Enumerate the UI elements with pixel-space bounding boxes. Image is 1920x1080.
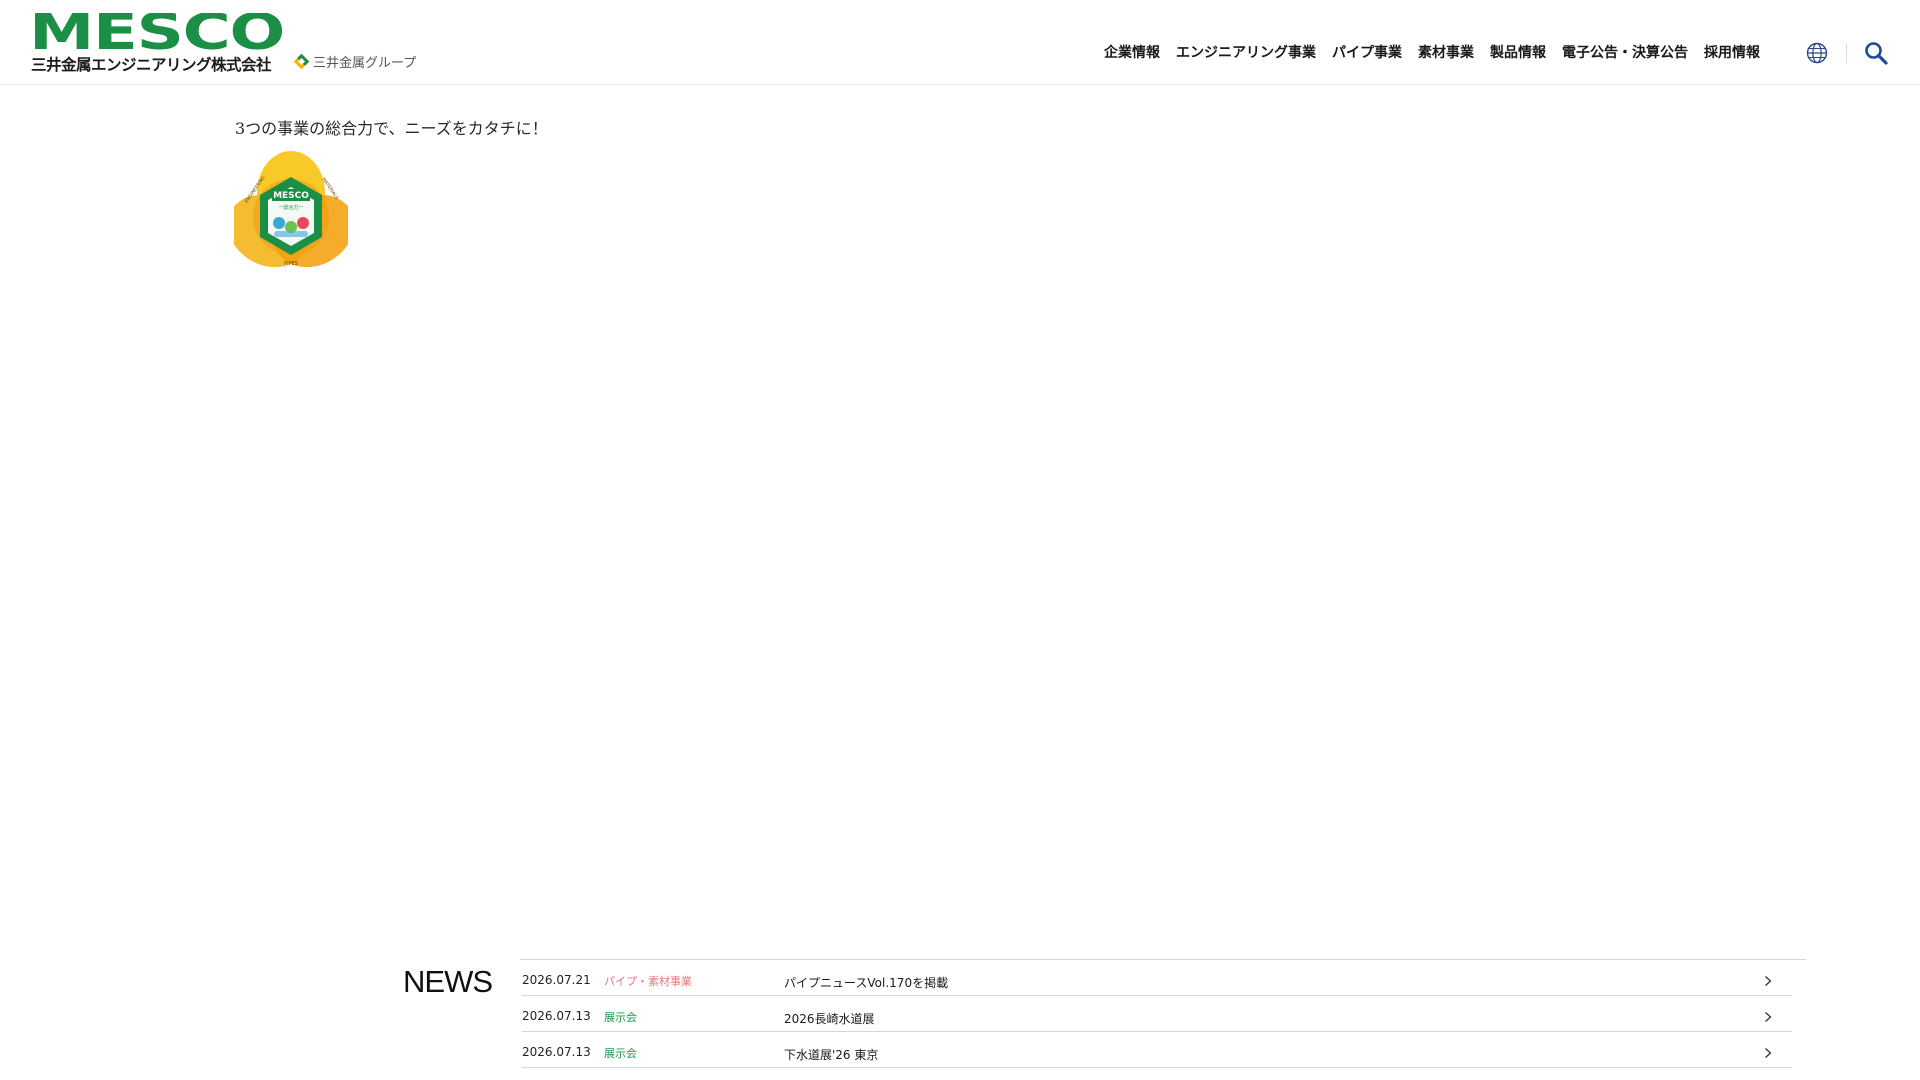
hero-catchphrase: 3つの事業の総合力で、ニーズをカタチに！ bbox=[235, 119, 548, 138]
news-title: 2026長崎水道展 bbox=[784, 1012, 875, 1026]
news-list: 2026.07.21 パイプ・素材事業 パイプニュースVol.170を掲載 20… bbox=[520, 959, 1806, 1068]
nav-item-engineering[interactable]: エンジニアリング事業 bbox=[1176, 44, 1316, 62]
news-item[interactable]: 2026.07.13 展示会 2026長崎水道展 bbox=[522, 996, 1792, 1032]
site-header: MESCO 三井金属エンジニアリング株式会社 三井金属グループ 企業情報 エンジ… bbox=[0, 0, 1920, 85]
news-date: 2026.07.13 bbox=[522, 1045, 591, 1059]
mesco-logo-mark: MESCO bbox=[31, 13, 284, 51]
news-title: 下水道展'26 東京 bbox=[784, 1048, 879, 1062]
search-icon[interactable] bbox=[1864, 41, 1888, 65]
news-category: 展示会 bbox=[604, 1011, 637, 1024]
header-divider bbox=[1846, 43, 1847, 63]
nav-item-pipe[interactable]: パイプ事業 bbox=[1332, 44, 1402, 62]
chevron-right-icon bbox=[1765, 1012, 1772, 1022]
global-nav: 企業情報 エンジニアリング事業 パイプ事業 素材事業 製品情報 電子公告・決算公… bbox=[1104, 44, 1760, 62]
emblem-word: MESCO bbox=[273, 191, 309, 201]
nav-item-products[interactable]: 製品情報 bbox=[1490, 44, 1546, 62]
site-logo[interactable]: MESCO 三井金属エンジニアリング株式会社 bbox=[31, 13, 286, 74]
news-category: パイプ・素材事業 bbox=[604, 975, 692, 988]
news-title: パイプニュースVol.170を掲載 bbox=[784, 976, 949, 990]
nav-item-company[interactable]: 企業情報 bbox=[1104, 44, 1160, 62]
nav-item-materials[interactable]: 素材事業 bbox=[1418, 44, 1474, 62]
news-category: 展示会 bbox=[604, 1047, 637, 1060]
group-label: 三井金属グループ bbox=[313, 55, 417, 71]
news-heading: NEWS bbox=[403, 964, 493, 999]
mesco-emblem: MESCO ー総合力ー ENGINEERING MATERIALS PIPES bbox=[227, 151, 355, 277]
globe-icon[interactable] bbox=[1806, 42, 1828, 64]
group-diamond-icon bbox=[293, 53, 310, 69]
news-item[interactable]: 2026.07.13 展示会 下水道展'26 東京 bbox=[522, 1032, 1792, 1068]
petal-label-pipes: PIPES bbox=[284, 261, 298, 267]
group-badge: 三井金属グループ bbox=[293, 53, 417, 71]
news-date: 2026.07.13 bbox=[522, 1009, 591, 1023]
chevron-right-icon bbox=[1765, 976, 1772, 986]
news-date: 2026.07.21 bbox=[522, 973, 591, 987]
logo-word: MESCO bbox=[31, 13, 284, 51]
news-item[interactable]: 2026.07.21 パイプ・素材事業 パイプニュースVol.170を掲載 bbox=[522, 960, 1792, 996]
nav-item-public-notice[interactable]: 電子公告・決算公告 bbox=[1562, 44, 1688, 62]
chevron-right-icon bbox=[1765, 1048, 1772, 1058]
company-name: 三井金属エンジニアリング株式会社 bbox=[31, 56, 272, 74]
emblem-sub: ー総合力ー bbox=[278, 204, 303, 211]
nav-item-recruit[interactable]: 採用情報 bbox=[1704, 44, 1760, 62]
